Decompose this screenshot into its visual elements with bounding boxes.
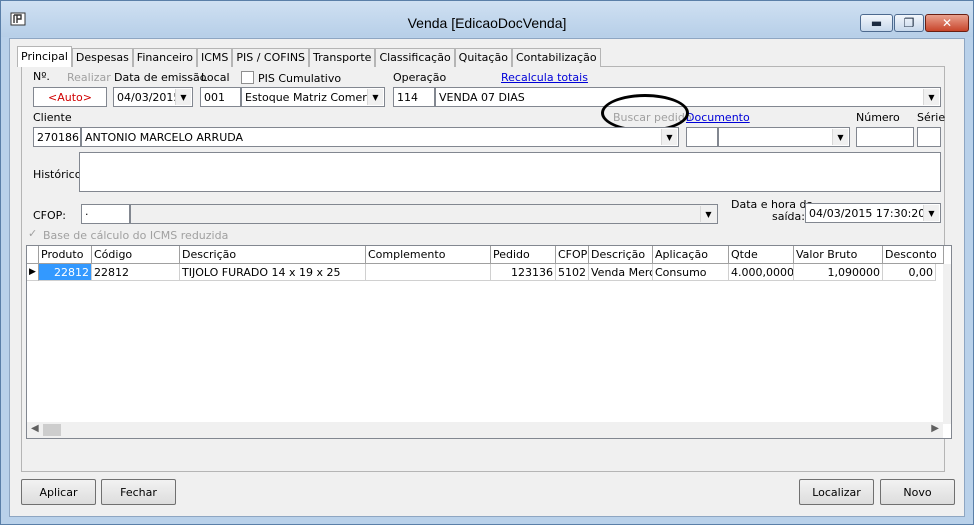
cell-valor-bruto[interactable]: 1,090000 xyxy=(794,264,883,281)
tab-despesas[interactable]: Despesas xyxy=(71,48,133,67)
cell-codigo[interactable]: 22812 xyxy=(92,264,180,281)
pis-cumulativo-label: PIS Cumulativo xyxy=(258,72,342,85)
chevron-down-icon[interactable]: ▼ xyxy=(923,205,939,221)
cell-aplicacao[interactable]: Consumo xyxy=(653,264,729,281)
table-row[interactable]: ▶ 22812 22812 TIJOLO FURADO 14 x 19 x 25… xyxy=(27,264,936,281)
col-descricao[interactable]: Descrição xyxy=(180,246,366,264)
scroll-right-icon[interactable]: ▶ xyxy=(931,423,939,434)
cfop-desc-select[interactable]: ▼ xyxy=(130,204,718,224)
cell-descricao[interactable]: TIJOLO FURADO 14 x 19 x 25 xyxy=(180,264,366,281)
cfop-label: CFOP: xyxy=(33,209,67,222)
main-window: Venda [EdicaoDocVenda] ▬ ❐ ✕ Principal D… xyxy=(0,0,974,525)
col-aplicacao[interactable]: Aplicação xyxy=(653,246,729,264)
numero-label: Número xyxy=(856,111,900,124)
row-pointer-icon: ▶ xyxy=(27,264,39,281)
tab-classificacao[interactable]: Classificação xyxy=(375,48,455,67)
chevron-down-icon[interactable]: ▼ xyxy=(367,89,383,105)
data-emissao-label: Data de emissão xyxy=(114,71,207,84)
col-produto[interactable]: Produto xyxy=(39,246,92,264)
documento-code-field[interactable] xyxy=(686,127,718,147)
col-cfop[interactable]: CFOP xyxy=(556,246,589,264)
base-icms-reduzida-label[interactable]: Base de cálculo do ICMS reduzida xyxy=(43,229,228,242)
cell-desconto[interactable]: 0,00 xyxy=(883,264,936,281)
title-bar[interactable]: Venda [EdicaoDocVenda] ▬ ❐ ✕ xyxy=(1,1,973,37)
tab-strip: Principal Despesas Financeiro ICMS PIS /… xyxy=(17,46,601,67)
scroll-thumb[interactable] xyxy=(43,424,61,436)
local-name-select[interactable]: Estoque Matriz Comercio ▼ xyxy=(241,87,385,107)
col-codigo[interactable]: Código xyxy=(92,246,180,264)
operacao-name-select[interactable]: VENDA 07 DIAS ▼ xyxy=(435,87,941,107)
data-hora-saida-value: 04/03/2015 17:30:20 xyxy=(809,207,926,220)
aplicar-button[interactable]: Aplicar xyxy=(21,479,96,505)
operacao-name-value: VENDA 07 DIAS xyxy=(439,91,525,104)
data-emissao-value: 04/03/2015 xyxy=(117,91,181,104)
data-hora-saida-label-2: saída: xyxy=(772,210,805,223)
window-title: Venda [EdicaoDocVenda] xyxy=(407,15,567,31)
items-grid[interactable]: Produto Código Descrição Complemento Ped… xyxy=(26,245,952,439)
documento-select[interactable]: ▼ xyxy=(718,127,850,147)
tab-transporte[interactable]: Transporte xyxy=(309,48,376,67)
chevron-down-icon[interactable]: ▼ xyxy=(700,206,716,222)
col-desconto[interactable]: Desconto xyxy=(883,246,944,264)
novo-button[interactable]: Novo xyxy=(880,479,955,505)
cell-produto[interactable]: 22812 xyxy=(39,264,92,281)
cliente-code-field[interactable]: 270186 xyxy=(33,127,81,147)
documento-link[interactable]: Documento xyxy=(686,111,750,124)
num-label: Nº. xyxy=(33,70,50,83)
realizar-label: Realizar xyxy=(67,71,111,84)
col-descricao-cfop[interactable]: Descrição xyxy=(589,246,653,264)
minimize-button[interactable]: ▬ xyxy=(860,14,893,32)
maximize-button[interactable]: ❐ xyxy=(894,14,924,32)
historico-field[interactable] xyxy=(79,152,941,192)
tab-icms[interactable]: ICMS xyxy=(196,48,233,67)
data-emissao-field[interactable]: 04/03/2015 ▼ xyxy=(113,87,193,107)
num-field[interactable]: <Auto> xyxy=(33,87,107,107)
historico-label: Histórico: xyxy=(33,168,86,181)
horizontal-scrollbar[interactable]: ◀ ▶ xyxy=(27,422,943,438)
cell-descricao-cfop[interactable]: Venda Merc. xyxy=(589,264,653,281)
operacao-code-field[interactable]: 114 xyxy=(393,87,435,107)
cliente-label: Cliente xyxy=(33,111,72,124)
check-icon: ✓ xyxy=(28,227,38,240)
cell-pedido[interactable]: 123136 xyxy=(491,264,556,281)
fechar-button[interactable]: Fechar xyxy=(101,479,176,505)
cfop-code-field[interactable]: · xyxy=(81,204,130,224)
col-valor-bruto[interactable]: Valor Bruto xyxy=(794,246,883,264)
grid-header-indicator xyxy=(27,246,39,264)
tab-principal[interactable]: Principal xyxy=(17,46,72,67)
data-hora-saida-field[interactable]: 04/03/2015 17:30:20 ▼ xyxy=(805,203,941,223)
pis-cumulativo-checkbox[interactable] xyxy=(241,71,254,84)
col-pedido[interactable]: Pedido xyxy=(491,246,556,264)
col-complemento[interactable]: Complemento xyxy=(366,246,491,264)
close-button[interactable]: ✕ xyxy=(925,14,969,32)
chevron-down-icon[interactable]: ▼ xyxy=(923,89,939,105)
local-label: Local xyxy=(201,71,230,84)
localizar-button[interactable]: Localizar xyxy=(799,479,874,505)
chevron-down-icon[interactable]: ▼ xyxy=(832,129,848,145)
cell-complemento[interactable] xyxy=(366,264,491,281)
grid-header: Produto Código Descrição Complemento Ped… xyxy=(27,246,944,264)
cliente-name-select[interactable]: ANTONIO MARCELO ARRUDA ▼ xyxy=(81,127,679,147)
tab-contabilizacao[interactable]: Contabilização xyxy=(511,48,601,67)
vertical-scrollbar[interactable] xyxy=(943,264,951,424)
serie-field[interactable] xyxy=(917,127,941,147)
col-qtde[interactable]: Qtde xyxy=(729,246,794,264)
tab-pis-cofins[interactable]: PIS / COFINS xyxy=(232,48,310,67)
local-name-value: Estoque Matriz Comercio xyxy=(245,91,383,104)
operacao-label: Operação xyxy=(393,71,447,84)
cell-qtde[interactable]: 4.000,0000 xyxy=(729,264,794,281)
tab-quitacao[interactable]: Quitação xyxy=(454,48,512,67)
recalcula-totais-link[interactable]: Recalcula totais xyxy=(501,71,588,84)
scroll-left-icon[interactable]: ◀ xyxy=(31,423,39,434)
tab-financeiro[interactable]: Financeiro xyxy=(132,48,197,67)
numero-field[interactable] xyxy=(856,127,914,147)
local-code-field[interactable]: 001 xyxy=(200,87,241,107)
chevron-down-icon[interactable]: ▼ xyxy=(175,89,191,105)
chevron-down-icon[interactable]: ▼ xyxy=(661,129,677,145)
cell-cfop[interactable]: 5102 xyxy=(556,264,589,281)
cliente-name-value: ANTONIO MARCELO ARRUDA xyxy=(85,131,244,144)
serie-label: Série xyxy=(917,111,946,124)
